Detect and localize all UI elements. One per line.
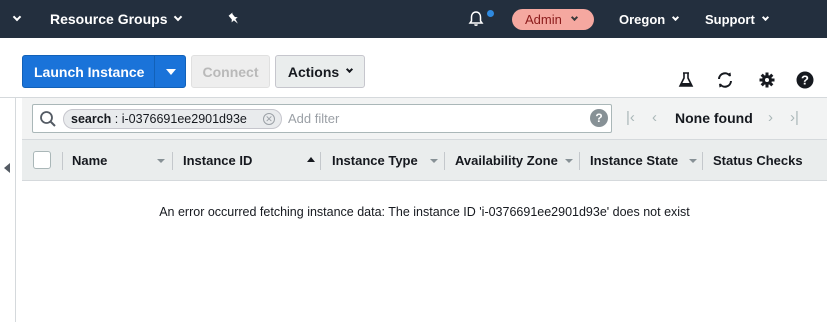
column-header-instance-id[interactable]: Instance ID [183, 140, 323, 180]
support-menu[interactable]: Support [705, 0, 769, 38]
search-filter-input[interactable]: search : i-0376691ee2901d93e ✕ Add filte… [32, 104, 612, 133]
help-icon[interactable]: ? [795, 70, 815, 90]
chevron-down-icon [346, 65, 354, 74]
flask-icon-svg [678, 72, 694, 87]
caret-down-icon [165, 68, 176, 75]
select-all-checkbox[interactable] [33, 151, 51, 169]
previous-page-icon[interactable]: ‹ [652, 109, 657, 126]
chevron-down-icon [672, 13, 680, 21]
notifications-bell[interactable] [467, 0, 485, 38]
filter-token-separator: : [111, 112, 122, 126]
next-page-icon[interactable]: › [768, 109, 773, 126]
sort-icon [565, 159, 573, 163]
first-page-icon[interactable]: |‹ [626, 109, 635, 126]
gear-icon-svg [759, 72, 775, 88]
column-header-status-checks[interactable]: Status Checks [713, 140, 827, 180]
region-menu[interactable]: Oregon [619, 0, 680, 38]
remove-filter-icon[interactable]: ✕ [263, 113, 275, 125]
column-label: Instance State [590, 152, 679, 168]
account-name: Admin [525, 12, 562, 27]
column-divider [444, 152, 445, 170]
launch-instance-button[interactable]: Launch Instance [22, 55, 186, 88]
column-divider [579, 152, 580, 170]
column-label: Name [72, 152, 108, 168]
actions-label: Actions [287, 63, 340, 80]
resource-groups-label: Resource Groups [50, 11, 168, 27]
launch-instance-label: Launch Instance [34, 63, 145, 80]
filter-token-key: search [71, 112, 112, 126]
sort-icon [157, 159, 165, 163]
column-divider [62, 152, 63, 170]
column-header-instance-state[interactable]: Instance State [590, 140, 705, 180]
expand-panel-icon[interactable] [4, 163, 10, 173]
connect-button: Connect [191, 55, 270, 88]
region-label: Oregon [619, 11, 666, 27]
sort-icon [430, 159, 438, 163]
error-message: An error occurred fetching instance data… [159, 205, 690, 219]
flask-icon[interactable] [676, 70, 696, 90]
support-label: Support [705, 11, 755, 27]
connect-label: Connect [202, 63, 259, 80]
column-divider [172, 152, 173, 170]
sort-ascending-icon [307, 157, 315, 162]
pin-icon[interactable] [227, 0, 241, 38]
account-menu[interactable]: Admin [512, 9, 594, 30]
filter-help-icon[interactable]: ? [590, 109, 608, 127]
instances-table-header: Name Instance ID Instance Type Availabil… [22, 139, 827, 181]
chevron-down-icon [174, 12, 183, 22]
search-icon [40, 111, 56, 127]
launch-options-dropdown[interactable] [154, 56, 186, 87]
top-navigation-bar: Resource Groups Admin Oregon Support [0, 0, 827, 38]
column-divider [702, 152, 703, 170]
sort-icon [689, 159, 697, 163]
collapsed-side-panel[interactable] [0, 98, 16, 322]
refresh-icon[interactable] [715, 70, 735, 90]
add-filter-placeholder[interactable]: Add filter [288, 111, 339, 126]
actions-button[interactable]: Actions [275, 55, 365, 88]
resource-groups-menu[interactable]: Resource Groups [50, 0, 183, 38]
chevron-down-icon [570, 13, 578, 22]
notification-dot [487, 10, 494, 17]
column-label: Availability Zone [455, 152, 558, 168]
pushpin-icon [228, 12, 238, 24]
gear-icon[interactable] [757, 70, 777, 90]
column-divider [320, 152, 321, 170]
filter-bar: search : i-0376691ee2901d93e ✕ Add filte… [22, 97, 827, 139]
filter-token[interactable]: search : i-0376691ee2901d93e ✕ [63, 109, 282, 129]
column-label: Instance Type [332, 152, 418, 168]
services-menu-chevron[interactable] [12, 0, 22, 38]
chevron-down-icon [12, 12, 22, 22]
svg-text:?: ? [801, 73, 809, 88]
column-label: Status Checks [713, 152, 803, 168]
bell-icon [468, 11, 484, 26]
pagination-status: None found [675, 110, 753, 126]
help-icon-svg: ? [796, 71, 814, 89]
chevron-down-icon [761, 13, 769, 21]
last-page-icon[interactable]: ›| [790, 109, 799, 126]
refresh-icon-svg [718, 72, 732, 88]
column-label: Instance ID [183, 152, 253, 168]
filter-token-value: i-0376691ee2901d93e [121, 112, 247, 126]
